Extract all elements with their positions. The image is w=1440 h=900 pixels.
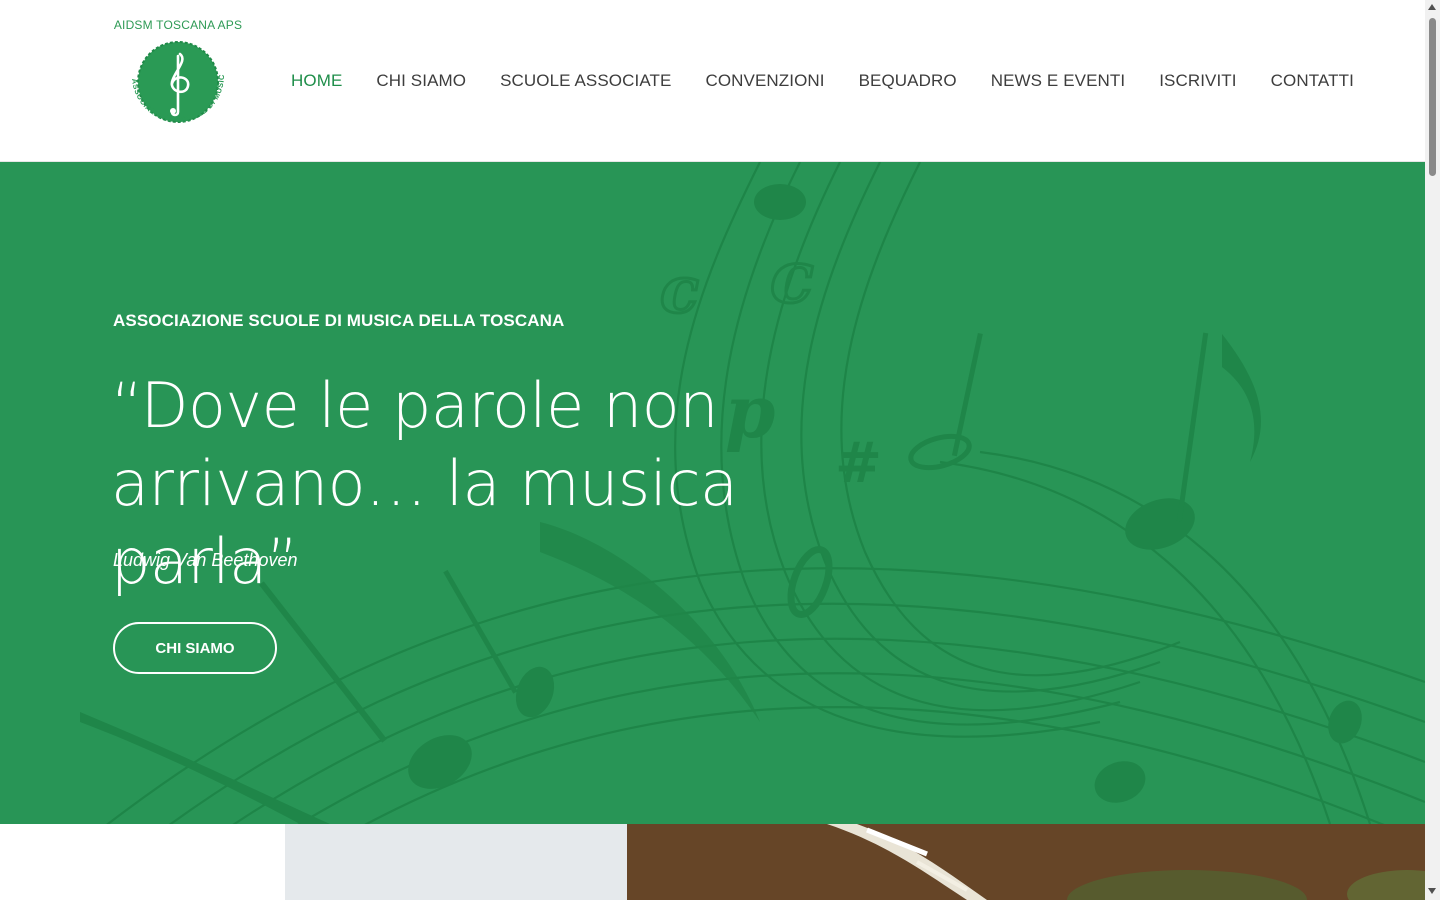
nav-item-convenzioni[interactable]: CONVENZIONI <box>705 71 824 91</box>
hero-quote-line-1: “Dove le parole non <box>111 369 719 442</box>
nav-item-iscriviti[interactable]: ISCRIVITI <box>1159 71 1236 91</box>
nav-item-scuole-associate[interactable]: SCUOLE ASSOCIATE <box>500 71 671 91</box>
content-section <box>0 824 1425 900</box>
featured-photo <box>627 824 1425 900</box>
nav-item-home[interactable]: HOME <box>291 71 342 91</box>
scroll-up-arrow-icon[interactable] <box>1428 4 1436 10</box>
nav-item-contatti[interactable]: CONTATTI <box>1271 71 1354 91</box>
photo-image <box>627 824 1425 900</box>
scrollbar-thumb[interactable] <box>1429 18 1436 176</box>
svg-text:c: c <box>770 234 814 319</box>
nav-item-news-e-eventi[interactable]: NEWS E EVENTI <box>991 71 1126 91</box>
nav-item-bequadro[interactable]: BEQUADRO <box>859 71 957 91</box>
content-card <box>285 824 627 900</box>
scroll-down-arrow-icon[interactable] <box>1428 888 1436 894</box>
site-logo[interactable]: ASSOCIAZIONE SCUOLE DI MUSICA TOSCANA AI… <box>112 16 244 144</box>
site-header: ASSOCIAZIONE SCUOLE DI MUSICA TOSCANA AI… <box>0 0 1425 162</box>
logo-title: AIDSM TOSCANA APS <box>113 18 243 32</box>
nav-item-chi-siamo[interactable]: CHI SIAMO <box>376 71 466 91</box>
page-scrollbar[interactable] <box>1425 0 1440 900</box>
logo-emblem: ASSOCIAZIONE SCUOLE DI MUSICA TOSCANA <box>112 16 225 124</box>
hero-section: p # c c ASSOCIAZIONE SCUOLE DI MUSICA DE… <box>0 162 1425 824</box>
main-nav: HOME CHI SIAMO SCUOLE ASSOCIATE CONVENZI… <box>291 70 1354 92</box>
hero-eyebrow: ASSOCIAZIONE SCUOLE DI MUSICA DELLA TOSC… <box>113 311 565 330</box>
svg-text:c: c <box>660 253 699 328</box>
chi-siamo-button[interactable]: CHI SIAMO <box>113 622 277 674</box>
hero-quote-author: Ludwig Van Beethoven <box>113 550 298 570</box>
hero-quote-line-2: arrivano… la musica parla” <box>111 447 738 598</box>
